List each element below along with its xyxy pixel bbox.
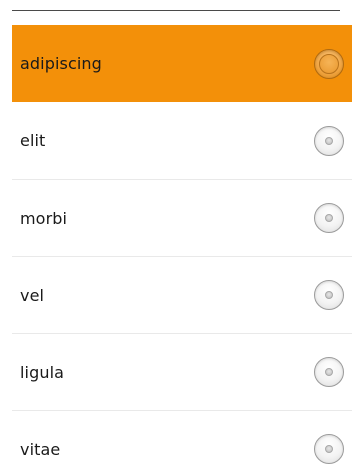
radio-dot-icon — [325, 136, 333, 145]
radio-button-icon[interactable] — [314, 125, 344, 156]
list-item[interactable]: vitae — [12, 410, 352, 473]
list-item[interactable]: ligula — [12, 333, 352, 410]
radio-button-icon[interactable] — [314, 203, 344, 233]
list-item-label: morbi — [20, 208, 68, 228]
radio-button-icon[interactable] — [314, 280, 344, 310]
list-item[interactable]: morbi — [12, 179, 352, 256]
list-item[interactable]: adipiscing — [12, 25, 352, 102]
list-item-label: vitae — [20, 439, 61, 459]
top-divider — [12, 10, 340, 11]
radio-dot-icon — [325, 214, 333, 222]
radio-dot-icon — [325, 445, 333, 453]
radio-dot-icon — [325, 291, 333, 299]
list-item[interactable]: vel — [12, 256, 352, 333]
radio-dot-icon — [325, 368, 333, 376]
list-item[interactable]: elit — [12, 102, 352, 179]
list-item-label: ligula — [20, 362, 65, 382]
radio-button-icon[interactable] — [314, 357, 344, 387]
single-choice-list-screen: adipiscing elit morbi vel ligula vitae — [0, 0, 352, 473]
list-item-label: vel — [20, 285, 45, 305]
list-item-label: elit — [20, 131, 46, 150]
choice-list: adipiscing elit morbi vel ligula vitae — [12, 25, 352, 473]
radio-button-icon[interactable] — [314, 48, 344, 79]
radio-dot-icon — [319, 53, 339, 74]
radio-button-icon[interactable] — [314, 434, 344, 464]
list-item-label: adipiscing — [20, 54, 102, 73]
